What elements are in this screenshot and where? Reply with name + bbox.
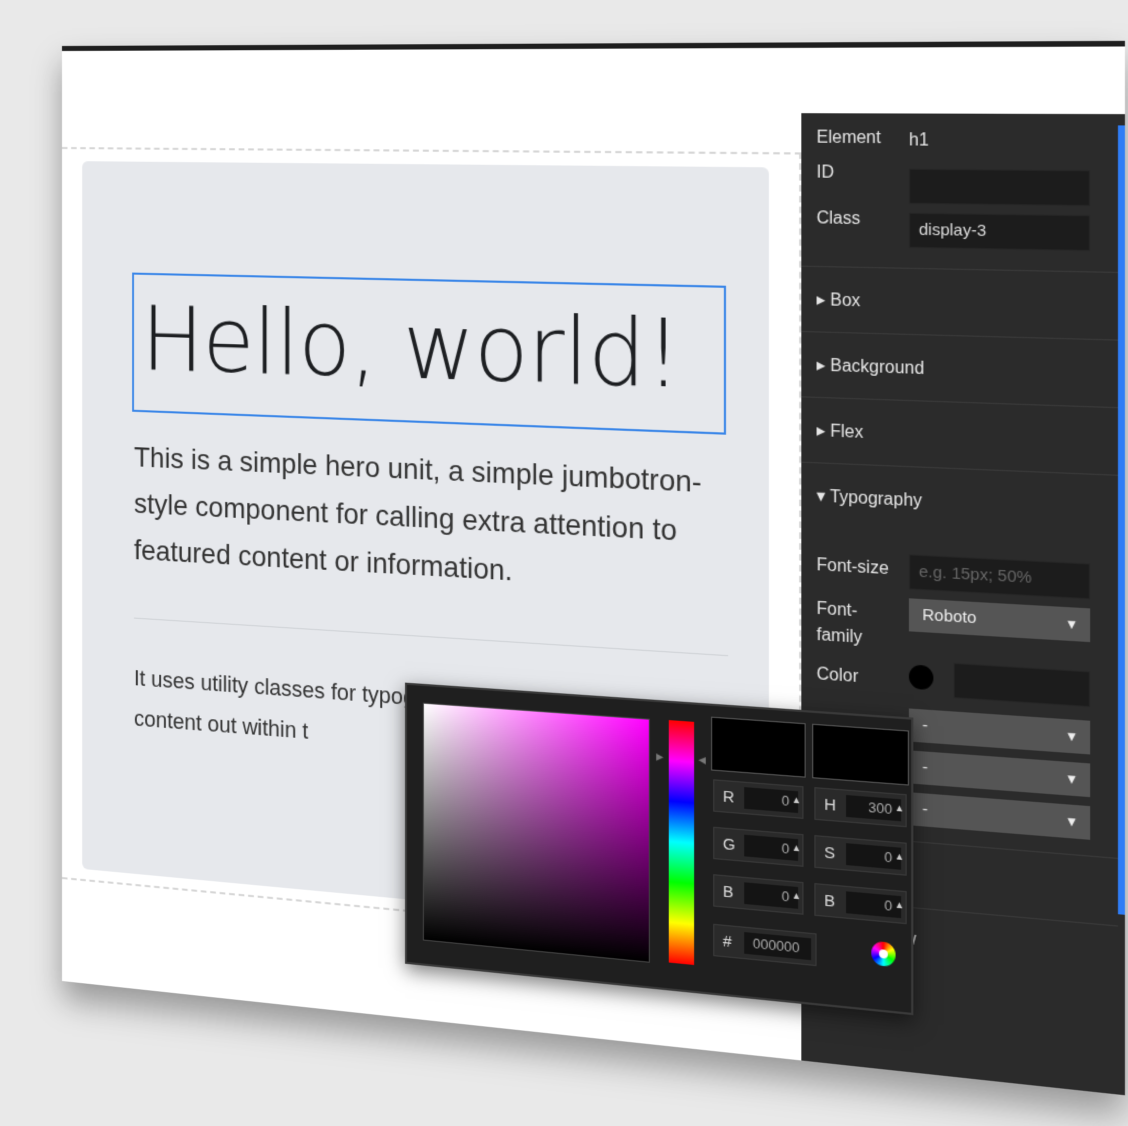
chevron-down-icon: ▼ — [1064, 813, 1079, 830]
brightness-field[interactable]: B 0 ▲ — [814, 883, 907, 925]
spinner-icon: ▲ — [894, 898, 905, 911]
hex-label: # — [722, 932, 732, 952]
saturation-brightness-area[interactable] — [422, 702, 650, 963]
typography-select-1[interactable]: - ▼ — [908, 708, 1091, 755]
hue-handle-left-icon: ▸ — [656, 747, 664, 765]
app-window: Hello, world! This is a simple hero unit… — [62, 40, 1125, 1096]
caret-right-icon: ▸ — [816, 356, 826, 376]
brightness-label: B — [824, 891, 836, 912]
font-family-label: Font- family — [817, 600, 863, 649]
current-color-swatch — [812, 723, 909, 786]
saturation-field[interactable]: S 0 ▲ — [814, 835, 907, 876]
red-value: 0 — [744, 787, 799, 814]
brightness-value: 0 — [846, 891, 902, 919]
hue-field[interactable]: H 300 ▲ — [814, 787, 907, 828]
section-background[interactable]: ▸ Background — [801, 330, 1118, 408]
section-box-label: Box — [830, 291, 861, 311]
hue-label: H — [824, 795, 837, 815]
section-typography[interactable]: ▾ Typography — [801, 461, 1118, 543]
chevron-down-icon: ▼ — [1064, 728, 1079, 745]
hex-value: 000000 — [744, 932, 812, 961]
font-family-label-line2: family — [816, 625, 863, 648]
class-label: Class — [816, 209, 861, 229]
chevron-down-icon: ▼ — [1064, 615, 1079, 633]
blue-value: 0 — [744, 882, 799, 909]
select-value: - — [922, 799, 928, 820]
section-box[interactable]: ▸ Box — [801, 265, 1118, 340]
blue-label: B — [722, 882, 734, 902]
caret-right-icon: ▸ — [816, 291, 826, 310]
font-family-select[interactable]: Roboto ▼ — [908, 598, 1091, 643]
id-input[interactable] — [908, 168, 1091, 207]
font-size-label: Font-size — [816, 556, 889, 579]
new-color-swatch — [711, 716, 806, 778]
spinner-icon: ▲ — [894, 802, 905, 814]
hex-field[interactable]: # 000000 — [713, 923, 817, 967]
font-family-label-line1: Font- — [816, 599, 858, 621]
blue-field[interactable]: B 0 ▲ — [713, 874, 804, 915]
id-label: ID — [816, 163, 834, 183]
saturation-value: 0 — [846, 843, 902, 870]
class-input[interactable]: display-3 — [908, 212, 1091, 252]
section-background-label: Background — [830, 356, 925, 379]
red-label: R — [722, 787, 735, 807]
hue-value: 300 — [846, 795, 902, 822]
red-field[interactable]: R 0 ▲ — [713, 779, 804, 819]
hue-handle-right-icon: ◂ — [698, 750, 706, 768]
container-outline-top — [62, 147, 802, 155]
caret-down-icon: ▾ — [816, 487, 826, 507]
chevron-down-icon: ▼ — [1064, 770, 1079, 788]
typography-select-2[interactable]: - ▼ — [908, 750, 1091, 798]
divider — [133, 617, 729, 657]
font-family-value: Roboto — [922, 605, 977, 628]
select-value: - — [922, 757, 928, 778]
typography-select-3[interactable]: - ▼ — [908, 792, 1091, 840]
color-swatch-button[interactable] — [908, 664, 934, 691]
color-label: Color — [816, 665, 859, 687]
color-input[interactable] — [953, 662, 1091, 708]
green-label: G — [722, 835, 736, 855]
color-picker-popup: ▸ ◂ R 0 ▲ H 300 ▲ G 0 ▲ S 0 ▲ B 0 ▲ B 0 … — [405, 682, 914, 1016]
spinner-icon: ▲ — [791, 794, 802, 806]
panel-scrollbar[interactable] — [1117, 125, 1125, 915]
selected-heading[interactable]: Hello, world! — [132, 272, 727, 435]
spinner-icon: ▲ — [894, 850, 905, 863]
section-flex-label: Flex — [830, 422, 864, 443]
select-value: - — [922, 715, 928, 736]
lead-paragraph[interactable]: This is a simple hero unit, a simple jum… — [134, 434, 732, 608]
font-size-input[interactable]: e.g. 15px; 50% — [908, 554, 1091, 600]
caret-right-icon: ▸ — [816, 421, 826, 441]
hue-slider[interactable] — [668, 720, 695, 966]
spinner-icon: ▲ — [791, 889, 802, 902]
heading-text: Hello, world! — [141, 285, 681, 410]
section-typography-label: Typography — [829, 487, 923, 511]
green-field[interactable]: G 0 ▲ — [713, 826, 804, 867]
spinner-icon: ▲ — [791, 841, 802, 854]
element-value: h1 — [908, 131, 929, 150]
color-wheel-icon[interactable] — [871, 940, 896, 968]
element-label: Element — [816, 128, 881, 148]
green-value: 0 — [744, 834, 799, 861]
saturation-label: S — [824, 843, 836, 864]
